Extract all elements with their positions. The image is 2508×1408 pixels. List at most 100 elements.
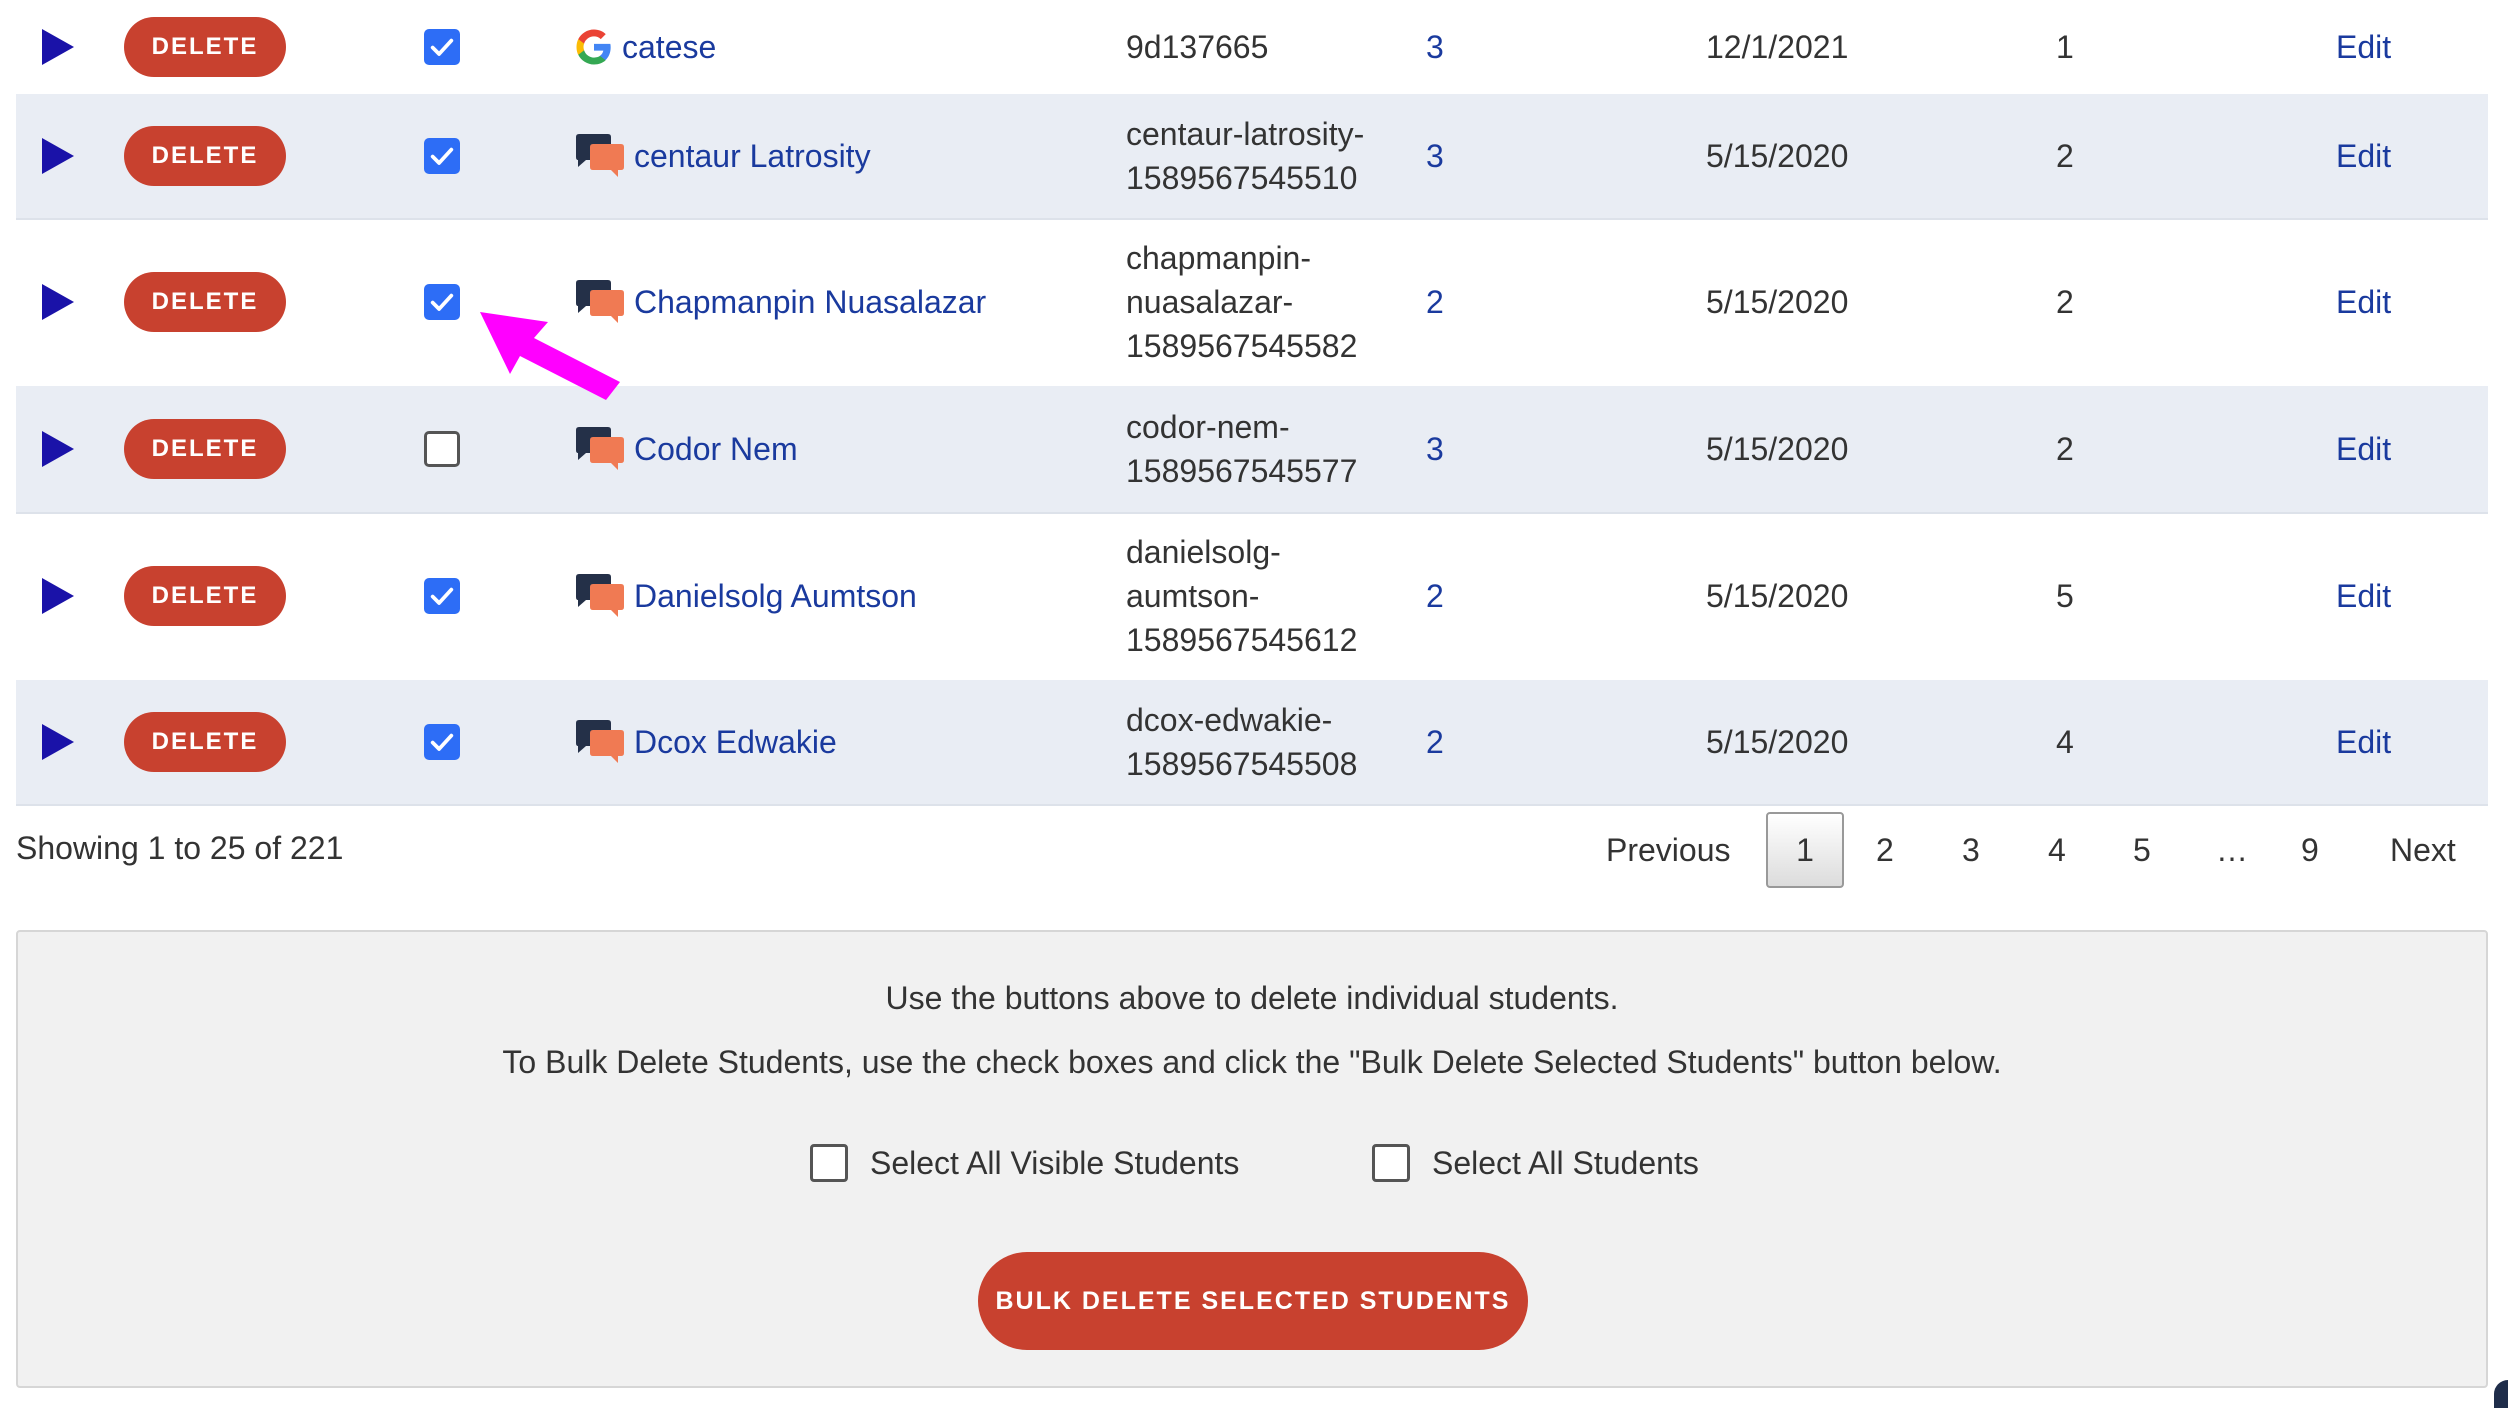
select-all-visible-checkbox[interactable] [810, 1144, 848, 1182]
showing-count: Showing 1 to 25 of 221 [16, 830, 344, 866]
created-date: 5/15/2020 [1706, 283, 1849, 320]
id-cell: centaur-latrosity- 1589567545510 [1126, 94, 1416, 218]
row-count-value: 4 [2056, 723, 2074, 760]
table-row: DELETE Danielsolg Aumtson danielsolg- au… [16, 512, 2488, 682]
student-name-link[interactable]: Codor Nem [634, 431, 798, 468]
select-all-students-label: Select All Students [1432, 1144, 1699, 1181]
select-cell [424, 218, 474, 386]
pagination-page-2[interactable]: 2 [1876, 832, 1894, 869]
count-cell: 1 [2056, 0, 2116, 94]
date-cell: 5/15/2020 [1706, 94, 1906, 218]
bulk-delete-panel: Use the buttons above to delete individu… [16, 930, 2488, 1388]
date-cell: 5/15/2020 [1706, 386, 1906, 512]
edit-cell: Edit [2336, 218, 2456, 386]
row-count-value: 2 [2056, 283, 2074, 320]
name-cell: Chapmanpin Nuasalazar [574, 218, 1114, 386]
student-name-link[interactable]: centaur Latrosity [634, 138, 871, 175]
expand-cell [42, 218, 102, 386]
pagination-page-4[interactable]: 4 [2048, 832, 2066, 869]
google-icon [576, 29, 611, 65]
pagination-page-5[interactable]: 5 [2133, 832, 2151, 869]
delete-button[interactable]: DELETE [124, 566, 286, 626]
select-cell [424, 94, 474, 218]
created-date: 5/15/2020 [1706, 577, 1849, 614]
row-checkbox[interactable] [424, 29, 460, 65]
delete-cell: DELETE [124, 0, 294, 94]
class-count[interactable]: 2 [1426, 284, 1444, 321]
id-cell: codor-nem- 1589567545577 [1126, 386, 1416, 512]
class-count-cell: 3 [1426, 386, 1486, 512]
expand-row-icon[interactable] [42, 431, 74, 467]
count-cell: 4 [2056, 680, 2116, 804]
delete-button[interactable]: DELETE [124, 17, 286, 77]
delete-button[interactable]: DELETE [124, 419, 286, 479]
created-date: 5/15/2020 [1706, 723, 1849, 760]
expand-cell [42, 512, 102, 680]
student-name-link[interactable]: catese [622, 29, 716, 66]
pointer-arrow-annotation [480, 312, 620, 400]
expand-row-icon[interactable] [42, 284, 74, 320]
edit-cell: Edit [2336, 512, 2456, 680]
delete-cell: DELETE [124, 94, 294, 218]
chat-icon [576, 134, 624, 177]
name-cell: centaur Latrosity [574, 94, 1114, 218]
select-all-visible[interactable]: Select All Visible Students [810, 1144, 1239, 1182]
edit-link[interactable]: Edit [2336, 724, 2391, 761]
corner-fragment [2494, 1380, 2508, 1408]
pagination-page-9[interactable]: 9 [2301, 832, 2319, 869]
select-cell [424, 680, 474, 804]
select-all-students[interactable]: Select All Students [1372, 1144, 1699, 1182]
class-count-cell: 3 [1426, 0, 1486, 94]
row-count-value: 5 [2056, 577, 2074, 614]
student-id: dcox-edwakie- 1589567545508 [1126, 702, 1358, 782]
row-checkbox[interactable] [424, 431, 460, 467]
expand-row-icon[interactable] [42, 578, 74, 614]
expand-row-icon[interactable] [42, 138, 74, 174]
created-date: 12/1/2021 [1706, 28, 1849, 65]
class-count[interactable]: 3 [1426, 138, 1444, 175]
delete-button[interactable]: DELETE [124, 272, 286, 332]
created-date: 5/15/2020 [1706, 430, 1849, 467]
chat-icon [576, 574, 624, 617]
row-checkbox[interactable] [424, 724, 460, 760]
class-count[interactable]: 3 [1426, 431, 1444, 468]
delete-button[interactable]: DELETE [124, 712, 286, 772]
expand-row-icon[interactable] [42, 724, 74, 760]
row-checkbox[interactable] [424, 578, 460, 614]
edit-link[interactable]: Edit [2336, 431, 2391, 468]
count-cell: 2 [2056, 94, 2116, 218]
student-name-link[interactable]: Danielsolg Aumtson [634, 578, 917, 615]
class-count-cell: 3 [1426, 94, 1486, 218]
edit-link[interactable]: Edit [2336, 138, 2391, 175]
select-cell [424, 0, 474, 94]
class-count[interactable]: 3 [1426, 29, 1444, 66]
student-name-link[interactable]: Dcox Edwakie [634, 724, 837, 761]
student-id: centaur-latrosity- 1589567545510 [1126, 116, 1365, 196]
edit-link[interactable]: Edit [2336, 29, 2391, 66]
row-checkbox[interactable] [424, 284, 460, 320]
select-cell [424, 386, 474, 512]
date-cell: 5/15/2020 [1706, 218, 1906, 386]
edit-link[interactable]: Edit [2336, 578, 2391, 615]
class-count[interactable]: 2 [1426, 578, 1444, 615]
name-cell: Danielsolg Aumtson [574, 512, 1114, 680]
chat-icon [576, 720, 624, 763]
table-row: DELETE Chapmanpin Nuasalazar chapmanpin-… [16, 218, 2488, 388]
row-count-value: 2 [2056, 430, 2074, 467]
pagination-page-3[interactable]: 3 [1962, 832, 1980, 869]
row-checkbox[interactable] [424, 138, 460, 174]
select-all-students-checkbox[interactable] [1372, 1144, 1410, 1182]
name-cell: catese [574, 0, 1114, 94]
pagination-current-page[interactable]: 1 [1766, 812, 1844, 888]
student-name-link[interactable]: Chapmanpin Nuasalazar [634, 284, 986, 321]
pagination-next[interactable]: Next [2390, 832, 2456, 869]
edit-link[interactable]: Edit [2336, 284, 2391, 321]
bulk-delete-button[interactable]: BULK DELETE SELECTED STUDENTS [978, 1252, 1528, 1350]
select-cell [424, 512, 474, 680]
expand-row-icon[interactable] [42, 29, 74, 65]
name-cell: Codor Nem [574, 386, 1114, 512]
delete-button[interactable]: DELETE [124, 126, 286, 186]
count-cell: 2 [2056, 386, 2116, 512]
class-count[interactable]: 2 [1426, 724, 1444, 761]
pagination-previous[interactable]: Previous [1606, 832, 1731, 869]
